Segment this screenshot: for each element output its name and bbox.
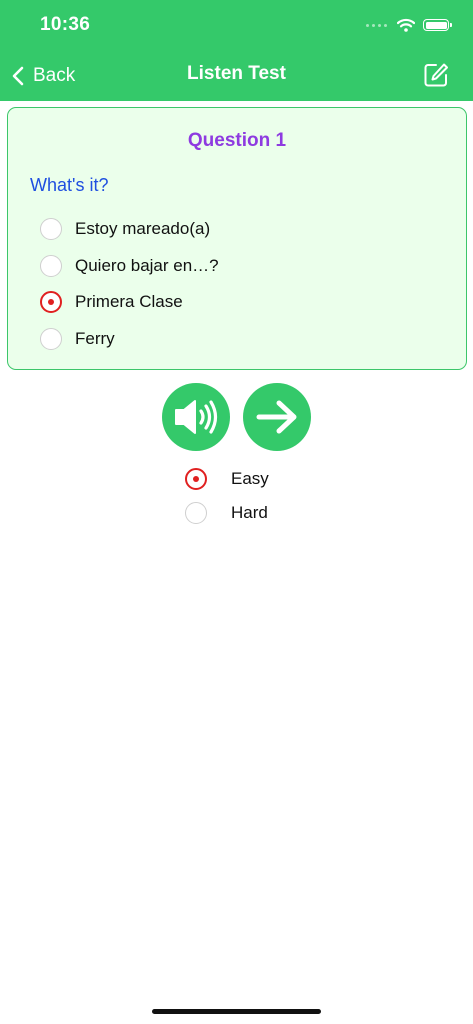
difficulty-option-hard[interactable]: Hard	[185, 500, 268, 526]
edit-square-icon	[424, 63, 448, 87]
navigation-header: 10:36 Back Listen Test	[0, 0, 473, 101]
answer-option-label: Primera Clase	[75, 292, 183, 311]
radio-button-unselected[interactable]	[185, 502, 207, 524]
answer-option-label: Ferry	[75, 329, 115, 348]
radio-button-unselected[interactable]	[40, 255, 62, 277]
edit-button[interactable]	[423, 62, 449, 88]
wifi-icon	[397, 18, 415, 32]
next-question-button[interactable]	[243, 383, 311, 451]
answer-option[interactable]: Primera Clase	[40, 289, 183, 315]
answer-option[interactable]: Ferry	[40, 326, 115, 352]
difficulty-option-easy[interactable]: Easy	[185, 466, 269, 492]
difficulty-label: Easy	[231, 469, 269, 488]
speaker-icon	[175, 400, 218, 434]
answer-option-label: Estoy mareado(a)	[75, 219, 211, 238]
home-indicator	[152, 1009, 321, 1014]
answer-option[interactable]: Quiero bajar en…?	[40, 253, 219, 279]
status-time: 10:36	[40, 14, 91, 35]
radio-button-selected[interactable]	[185, 468, 207, 490]
status-icons	[366, 15, 452, 35]
question-prompt: What's it?	[30, 175, 109, 195]
arrow-right-icon	[256, 400, 297, 434]
question-card: Question 1 What's it? Estoy mareado(a) Q…	[7, 107, 467, 370]
answer-option-label: Quiero bajar en…?	[75, 256, 219, 275]
page-title: Listen Test	[187, 63, 286, 84]
question-number: Question 1	[187, 130, 287, 151]
answer-option[interactable]: Estoy mareado(a)	[40, 216, 210, 242]
radio-button-unselected[interactable]	[40, 328, 62, 350]
cellular-signal-icon	[366, 23, 387, 27]
radio-button-selected[interactable]	[40, 291, 62, 313]
battery-icon	[423, 19, 452, 31]
play-audio-button[interactable]	[162, 383, 230, 451]
radio-button-unselected[interactable]	[40, 218, 62, 240]
difficulty-label: Hard	[231, 503, 268, 522]
